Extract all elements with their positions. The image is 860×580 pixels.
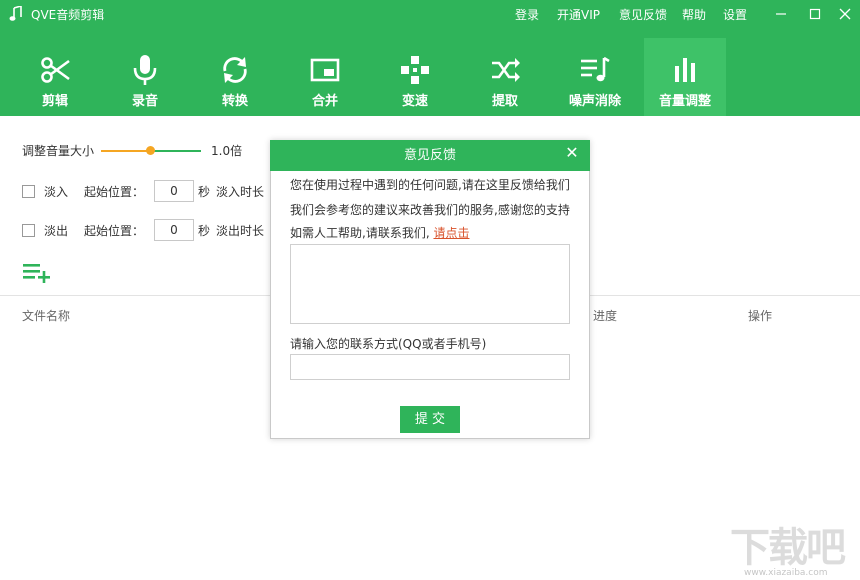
tool-extract[interactable]: 提取: [464, 38, 546, 116]
dialog-title: 意见反馈: [403, 148, 456, 163]
tool-bar: 剪辑 录音 转换 合并 变速 提取 噪声消除 音量调整: [0, 38, 860, 116]
feedback-textarea[interactable]: [290, 244, 570, 324]
submit-button[interactable]: 提 交: [400, 406, 460, 433]
vip-link[interactable]: 开通VIP: [557, 6, 600, 24]
tool-label: 合并: [311, 94, 338, 109]
dialog-header: 意见反馈 ✕: [270, 140, 590, 171]
maximize-icon[interactable]: [804, 4, 826, 24]
fade-out-start-label: 起始位置：: [84, 224, 145, 238]
fade-in-start-input[interactable]: [154, 180, 194, 202]
tool-volume-adjust[interactable]: 音量调整: [644, 38, 726, 116]
tool-label: 录音: [131, 94, 158, 109]
title-bar: QVE音频剪辑 登录 开通VIP 意见反馈 帮助 设置: [0, 0, 860, 30]
app-header: QVE音频剪辑 登录 开通VIP 意见反馈 帮助 设置 剪辑 录音 转换 合并 …: [0, 0, 860, 116]
tool-label: 噪声消除: [568, 94, 621, 109]
fade-out-duration-label: 淡出时长: [216, 224, 265, 238]
dialog-text-line1: 您在使用过程中遇到的任何问题,请在这里反馈给我们: [290, 178, 570, 192]
add-file-icon[interactable]: [22, 261, 52, 283]
convert-icon: [223, 57, 247, 83]
volume-slider-thumb[interactable]: [146, 146, 155, 155]
minimize-icon[interactable]: [770, 4, 792, 24]
volume-slider-track[interactable]: [151, 150, 201, 152]
dialog-text-line3-text: 如需人工帮助,请联系我们,: [290, 226, 430, 240]
tool-label: 变速: [401, 94, 428, 109]
login-link[interactable]: 登录: [515, 6, 539, 24]
dialog-text-line2: 我们会参考您的建议来改善我们的服务,感谢您的支持: [290, 203, 570, 217]
tool-noise-removal[interactable]: 噪声消除: [554, 38, 636, 116]
fade-in-unit: 秒: [198, 185, 211, 199]
column-file-name: 文件名称: [22, 309, 71, 323]
column-action: 操作: [748, 309, 773, 323]
volume-slider-filled[interactable]: [101, 150, 151, 152]
tool-label: 剪辑: [41, 94, 68, 109]
extract-icon: [492, 58, 520, 82]
tool-label: 提取: [491, 94, 518, 109]
speed-icon: [401, 56, 429, 84]
tool-speed[interactable]: 变速: [374, 38, 456, 116]
fade-in-duration-label: 淡入时长: [216, 185, 265, 199]
close-icon[interactable]: [834, 4, 856, 24]
settings-link[interactable]: 设置: [723, 6, 747, 24]
scissors-icon: [41, 57, 70, 83]
fade-out-label: 淡出: [44, 224, 69, 238]
volume-label: 调整音量大小: [22, 144, 95, 158]
fade-in-label: 淡入: [44, 185, 69, 199]
contact-us-link[interactable]: 请点击: [433, 226, 469, 240]
noise-icon: [581, 56, 610, 82]
fade-in-checkbox[interactable]: [22, 185, 35, 198]
dialog-close-icon[interactable]: ✕: [564, 145, 580, 161]
tool-cut[interactable]: 剪辑: [14, 38, 96, 116]
volume-value: 1.0倍: [211, 144, 243, 158]
merge-icon: [310, 58, 340, 82]
fade-in-start-label: 起始位置：: [84, 185, 145, 199]
tool-convert[interactable]: 转换: [194, 38, 276, 116]
tool-label: 转换: [221, 94, 248, 109]
tool-merge[interactable]: 合并: [284, 38, 366, 116]
column-progress: 进度: [593, 309, 618, 323]
volume-icon: [675, 58, 695, 82]
tool-record[interactable]: 录音: [104, 38, 186, 116]
microphone-icon: [133, 55, 157, 85]
app-title: QVE音频剪辑: [31, 8, 105, 22]
feedback-dialog: 意见反馈 ✕ 您在使用过程中遇到的任何问题,请在这里反馈给我们 我们会参考您的建…: [270, 140, 590, 439]
watermark-url: www.xiazaiba.com: [744, 568, 828, 578]
fade-out-checkbox[interactable]: [22, 224, 35, 237]
fade-out-start-input[interactable]: [154, 219, 194, 241]
fade-out-unit: 秒: [198, 224, 211, 238]
feedback-link[interactable]: 意见反馈: [619, 6, 667, 24]
watermark-logo: 下载吧: [730, 525, 846, 571]
music-note-icon: [9, 6, 22, 21]
contact-label: 请输入您的联系方式(QQ或者手机号): [290, 337, 487, 351]
help-link[interactable]: 帮助: [682, 6, 706, 24]
contact-input[interactable]: [290, 354, 570, 380]
tool-label: 音量调整: [658, 94, 711, 109]
dialog-text-line3: 如需人工帮助,请联系我们, 请点击: [290, 225, 469, 241]
